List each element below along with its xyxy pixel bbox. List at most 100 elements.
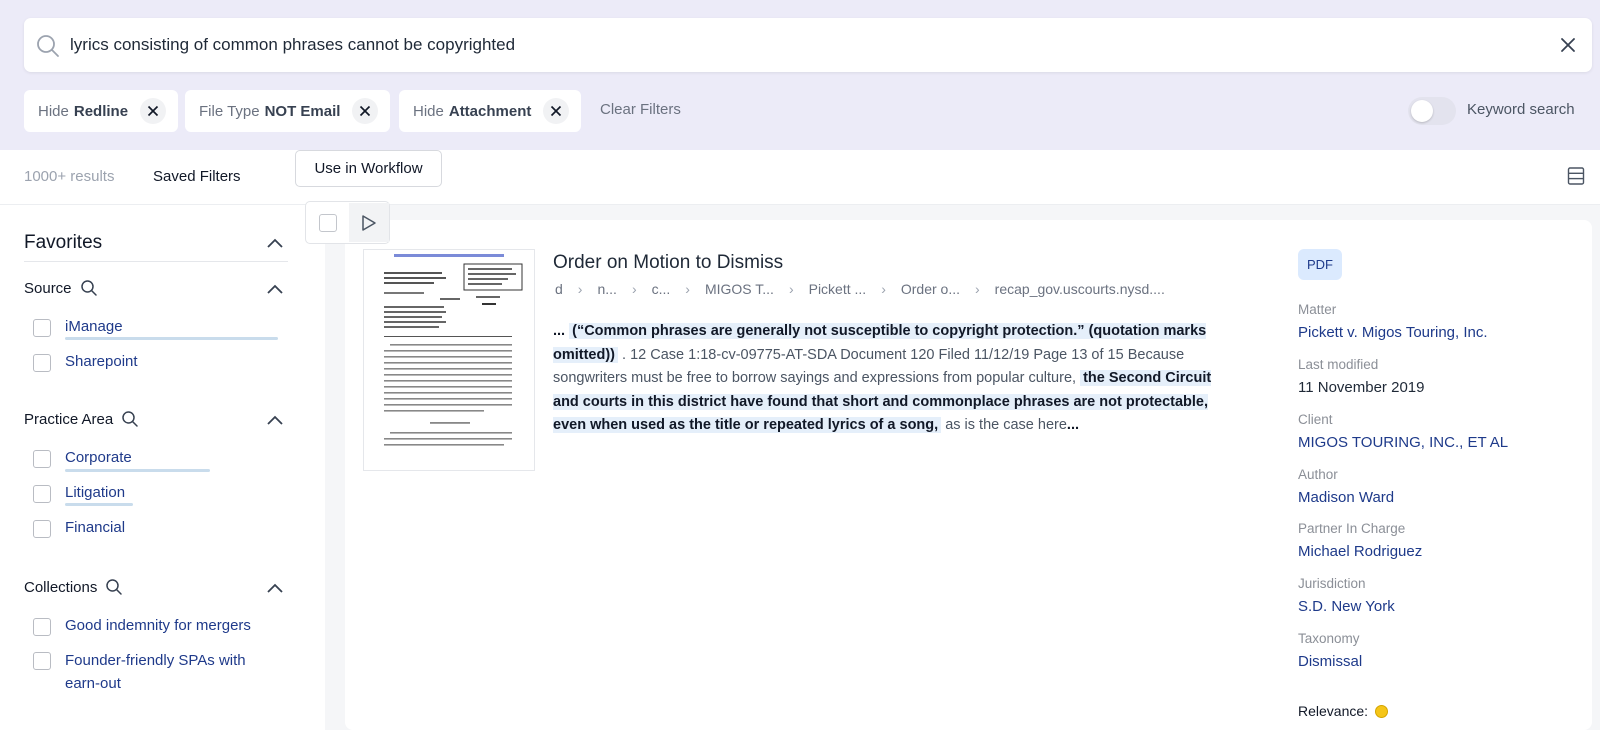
filter-option-imanage[interactable]: iManage	[33, 318, 123, 337]
breadcrumb-item[interactable]: Pickett ...	[809, 281, 867, 297]
breadcrumb-item[interactable]: c...	[652, 281, 671, 297]
facet-count-bar	[65, 469, 210, 472]
use-in-workflow-button[interactable]: Use in Workflow	[295, 150, 442, 187]
checkbox[interactable]	[33, 652, 51, 670]
checkbox[interactable]	[33, 319, 51, 337]
breadcrumb-item[interactable]: MIGOS T...	[705, 281, 774, 297]
breadcrumb-item[interactable]: n...	[597, 281, 616, 297]
option-label: Litigation	[65, 484, 126, 501]
saved-filters-button[interactable]: Saved Filters	[153, 168, 241, 185]
breadcrumb-item[interactable]: d	[555, 281, 563, 297]
document-thumbnail[interactable]	[363, 249, 535, 471]
partner-link[interactable]: Michael Rodriguez	[1298, 543, 1422, 560]
author-link[interactable]: Madison Ward	[1298, 489, 1394, 506]
search-bar	[24, 18, 1592, 72]
filter-option-financial[interactable]: Financial	[33, 519, 125, 538]
chip-value: Redline	[73, 102, 129, 120]
file-type-badge: PDF	[1298, 249, 1342, 280]
chevron-up-icon[interactable]	[265, 411, 285, 431]
taxonomy-link[interactable]: Dismissal	[1298, 653, 1362, 670]
option-label: Sharepoint	[65, 353, 138, 370]
keyword-search-toggle[interactable]	[1408, 97, 1456, 125]
relevance-dot-icon	[1375, 704, 1389, 718]
filter-chip-file-type: File Type NOT Email	[185, 90, 391, 132]
last-modified-label: Last modified	[1298, 357, 1379, 372]
chip-prefix: File Type	[199, 102, 260, 120]
client-label: Client	[1298, 412, 1333, 427]
chevron-up-icon[interactable]	[265, 280, 285, 300]
remove-filter-icon[interactable]	[543, 98, 570, 124]
checkbox[interactable]	[33, 618, 51, 636]
chevron-right-icon: ›	[881, 281, 886, 297]
breadcrumb-item[interactable]: recap_gov.uscourts.nysd....	[995, 281, 1165, 297]
snippet-ellipsis: ...	[553, 323, 566, 339]
matter-link[interactable]: Pickett v. Migos Touring, Inc.	[1298, 324, 1488, 341]
section-label: Source	[24, 279, 72, 297]
practice-area-section-title: Practice Area	[24, 410, 139, 428]
search-icon[interactable]	[105, 578, 123, 596]
selection-controls	[305, 201, 390, 244]
option-label: Founder-friendly SPAs with earn-out	[65, 652, 246, 692]
clear-search-icon[interactable]	[1556, 33, 1580, 57]
filter-option-sharepoint[interactable]: Sharepoint	[33, 353, 138, 372]
toggle-knob	[1411, 100, 1433, 122]
list-view-icon[interactable]	[1566, 166, 1586, 186]
chip-value: Attachment	[448, 102, 532, 120]
option-label: Good indemnity for mergers	[65, 617, 251, 634]
snippet-text: as is the case here	[945, 417, 1067, 433]
play-icon	[362, 214, 376, 231]
section-label: Practice Area	[24, 410, 114, 428]
filter-chip-hide-redline: Hide Redline	[24, 90, 179, 132]
source-section-title: Source	[24, 279, 98, 297]
select-checkbox[interactable]	[319, 214, 337, 232]
snippet-ellipsis: ...	[1066, 417, 1080, 433]
chevron-up-icon[interactable]	[265, 579, 285, 599]
relevance-indicator: Relevance:	[1298, 703, 1389, 719]
search-input[interactable]	[70, 28, 1530, 62]
remove-filter-icon[interactable]	[140, 98, 167, 124]
chip-value: NOT Email	[264, 102, 341, 120]
relevance-label: Relevance:	[1298, 703, 1369, 719]
partner-label: Partner In Charge	[1298, 521, 1406, 536]
result-snippet: ... (“Common phrases are generally not s…	[553, 320, 1233, 438]
chevron-right-icon: ›	[788, 281, 794, 297]
filter-option-litigation[interactable]: Litigation	[33, 484, 125, 503]
results-count: 1000+ results	[24, 168, 115, 185]
collections-section-title: Collections	[24, 578, 123, 596]
option-label: Corporate	[65, 449, 132, 466]
client-link[interactable]: MIGOS TOURING, INC., ET AL	[1298, 434, 1508, 451]
search-icon[interactable]	[121, 410, 139, 428]
divider	[24, 261, 288, 262]
favorites-heading: Favorites	[24, 232, 103, 253]
chip-prefix: Hide	[38, 102, 69, 120]
chevron-right-icon: ›	[631, 281, 637, 297]
chevron-up-icon[interactable]	[265, 234, 285, 254]
breadcrumb-item[interactable]: Order o...	[901, 281, 960, 297]
facet-count-bar	[65, 337, 278, 340]
chevron-right-icon: ›	[577, 281, 583, 297]
last-modified-value: 11 November 2019	[1298, 379, 1425, 396]
author-label: Author	[1298, 467, 1338, 482]
search-icon	[37, 35, 59, 57]
breadcrumb: d › n... › c... › MIGOS T... › Pickett ... › …	[555, 281, 1165, 297]
checkbox[interactable]	[33, 450, 51, 468]
checkbox[interactable]	[33, 485, 51, 503]
chevron-right-icon: ›	[975, 281, 980, 297]
filter-option-collection[interactable]: Founder-friendly SPAs with earn-out	[33, 649, 263, 695]
run-button[interactable]	[349, 203, 389, 242]
filter-option-corporate[interactable]: Corporate	[33, 449, 132, 468]
matter-label: Matter	[1298, 302, 1337, 317]
facet-count-bar	[65, 503, 133, 506]
checkbox[interactable]	[33, 354, 51, 372]
checkbox[interactable]	[33, 520, 51, 538]
option-label: iManage	[65, 318, 123, 335]
search-icon[interactable]	[80, 279, 98, 297]
remove-filter-icon[interactable]	[352, 98, 379, 124]
option-label: Financial	[65, 519, 126, 536]
jurisdiction-label: Jurisdiction	[1298, 576, 1366, 591]
clear-filters-button[interactable]: Clear Filters	[600, 101, 681, 118]
filter-option-collection[interactable]: Good indemnity for mergers	[33, 617, 251, 636]
document-preview-image	[364, 250, 534, 470]
jurisdiction-link[interactable]: S.D. New York	[1298, 598, 1395, 615]
result-title[interactable]: Order on Motion to Dismiss	[553, 252, 783, 274]
